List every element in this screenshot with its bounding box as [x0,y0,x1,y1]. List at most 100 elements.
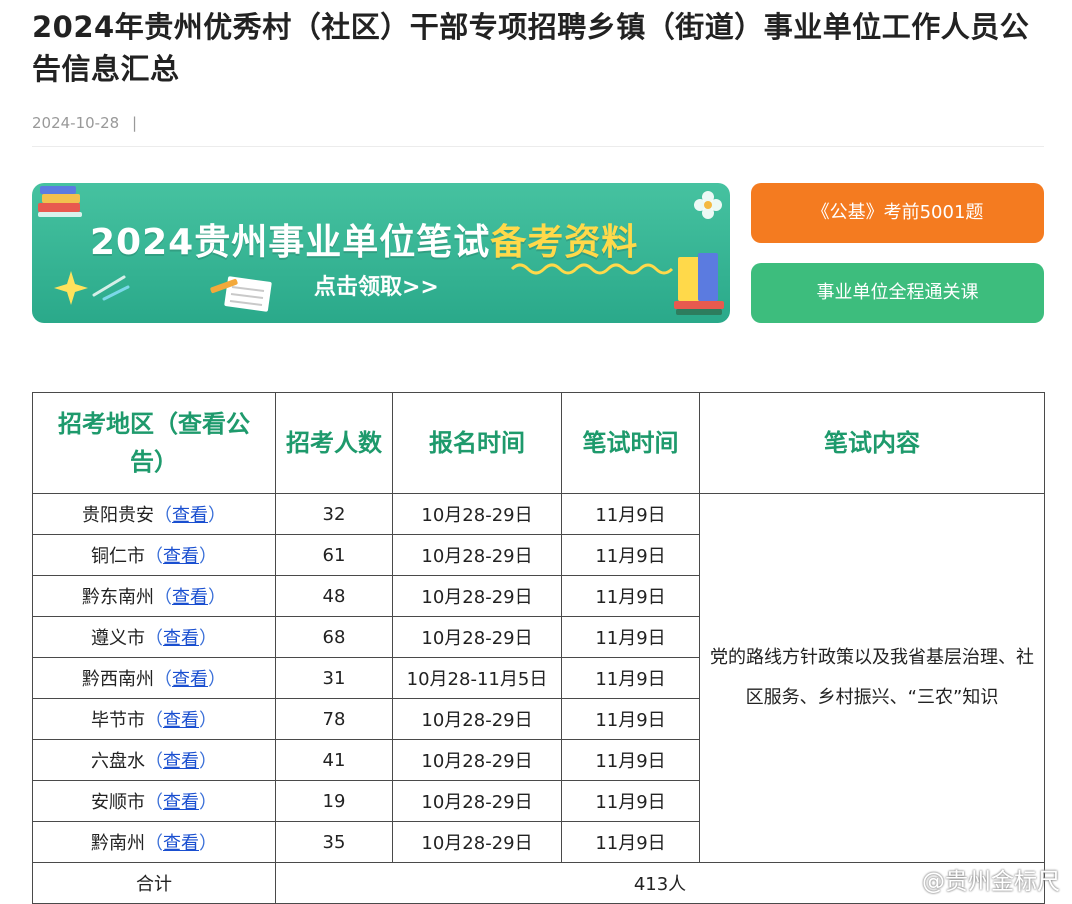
signup-time-cell: 10月28-29日 [392,739,562,781]
paren-close: ） [199,710,217,731]
signup-time-cell: 10月28-29日 [392,780,562,822]
region-cell: 毕节市（查看） [32,698,276,740]
view-announcement-link[interactable]: 查看 [163,710,199,731]
view-announcement-link[interactable]: 查看 [163,751,199,772]
table-row: 贵阳贵安（查看） 32 10月28-29日 11月9日 党的路线方针政策以及我省基层治理… [32,493,1045,863]
region-name: 贵阳贵安 [82,505,154,526]
books-icon [38,186,82,217]
region-cell: 黔西南州（查看） [32,657,276,699]
sparkle-icon [54,271,88,305]
banner-title-highlight: 备考资料 [490,222,639,263]
divider [32,146,1044,147]
count-cell: 48 [275,575,393,617]
region-name: 黔东南州 [82,587,154,608]
signup-time-cell: 10月28-29日 [392,493,562,535]
table-body: 贵阳贵安（查看） 32 10月28-29日 11月9日 党的路线方针政策以及我省基层治理… [32,493,1045,904]
region-cell: 铜仁市（查看） [32,534,276,576]
count-cell: 19 [275,780,393,822]
article-title: 2024年贵州优秀村（社区）干部专项招聘乡镇（街道）事业单位工作人员公告信息汇总 [32,10,1030,86]
count-cell: 41 [275,739,393,781]
count-cell: 78 [275,698,393,740]
exam-time-cell: 11月9日 [561,493,700,535]
paren-close: ） [199,792,217,813]
study-materials-banner[interactable]: 2024贵州事业单位笔试备考资料 点击领取>> [32,183,730,323]
view-announcement-link[interactable]: 查看 [163,833,199,854]
exam-time-cell: 11月9日 [561,780,700,822]
paren-close: ） [199,546,217,567]
paren-close: ） [199,833,217,854]
book-stack-icon [674,253,724,315]
view-announcement-link[interactable]: 查看 [172,505,208,526]
header-exam-time: 笔试时间 [561,392,700,494]
count-cell: 31 [275,657,393,699]
paren-open: （ [154,669,172,690]
signup-time-cell: 10月28-11月5日 [392,657,562,699]
recruitment-table: 招考地区（查看公告） 招考人数 报名时间 笔试时间 笔试内容 贵阳贵安（查看） 3… [32,392,1045,904]
promo-row: 2024贵州事业单位笔试备考资料 点击领取>> 《公基》考前5001题 事业单位… [32,183,1044,323]
view-announcement-link[interactable]: 查看 [163,792,199,813]
weibo-icon [887,870,914,890]
paren-open: （ [145,628,163,649]
banner-claim-link[interactable]: 点击领取>> [314,269,439,301]
full-course-button[interactable]: 事业单位全程通关课 [751,263,1044,323]
flower-icon [694,191,722,219]
paren-close: ） [208,505,226,526]
exam-time-cell: 11月9日 [561,575,700,617]
watermark: @贵州金标尺 [886,862,1060,896]
signup-time-cell: 10月28-29日 [392,821,562,863]
paper-pencil-icon [210,276,272,312]
exam-time-cell: 11月9日 [561,821,700,863]
header-count: 招考人数 [275,392,393,494]
header-signup-time: 报名时间 [392,392,562,494]
exam-time-cell: 11月9日 [561,739,700,781]
exam-time-cell: 11月9日 [561,616,700,658]
header-region: 招考地区（查看公告） [32,392,276,494]
view-announcement-link[interactable]: 查看 [163,628,199,649]
signup-time-cell: 10月28-29日 [392,616,562,658]
signup-time-cell: 10月28-29日 [392,698,562,740]
view-announcement-link[interactable]: 查看 [172,587,208,608]
region-cell: 黔东南州（查看） [32,575,276,617]
count-cell: 68 [275,616,393,658]
gongji-5001-button[interactable]: 《公基》考前5001题 [751,183,1044,243]
header-exam-content: 笔试内容 [699,392,1045,494]
dash-lines-icon [92,275,130,301]
paren-open: （ [145,833,163,854]
region-name: 安顺市 [91,792,145,813]
article-meta: 2024-10-28 | [32,112,1044,134]
paren-close: ） [199,628,217,649]
paren-close: ） [199,751,217,772]
wave-underline-icon [510,263,674,275]
publish-date: 2024-10-28 [32,114,120,132]
region-cell: 安顺市（查看） [32,780,276,822]
count-cell: 35 [275,821,393,863]
signup-time-cell: 10月28-29日 [392,575,562,617]
view-announcement-link[interactable]: 查看 [163,546,199,567]
count-cell: 61 [275,534,393,576]
exam-time-cell: 11月9日 [561,534,700,576]
exam-content-cell: 党的路线方针政策以及我省基层治理、社区服务、乡村振兴、“三农”知识 [699,493,1045,863]
paren-open: （ [145,710,163,731]
region-name: 黔西南州 [82,669,154,690]
region-cell: 黔南州（查看） [32,821,276,863]
view-announcement-link[interactable]: 查看 [172,669,208,690]
region-name: 毕节市 [91,710,145,731]
signup-time-cell: 10月28-29日 [392,534,562,576]
paren-open: （ [154,505,172,526]
paren-close: ） [208,669,226,690]
watermark-text: @贵州金标尺 [922,869,1060,895]
paren-open: （ [154,587,172,608]
meta-separator: | [131,114,138,132]
article-page: 2024年贵州优秀村（社区）干部专项招聘乡镇（街道）事业单位工作人员公告信息汇总… [32,0,1045,904]
paren-open: （ [145,546,163,567]
region-cell: 六盘水（查看） [32,739,276,781]
region-cell: 遵义市（查看） [32,616,276,658]
paren-close: ） [208,587,226,608]
region-cell: 贵阳贵安（查看） [32,493,276,535]
exam-time-cell: 11月9日 [561,657,700,699]
count-cell: 32 [275,493,393,535]
banner-title-main: 2024贵州事业单位笔试 [90,222,491,263]
region-name: 黔南州 [91,833,145,854]
region-name: 遵义市 [91,628,145,649]
paren-open: （ [145,751,163,772]
